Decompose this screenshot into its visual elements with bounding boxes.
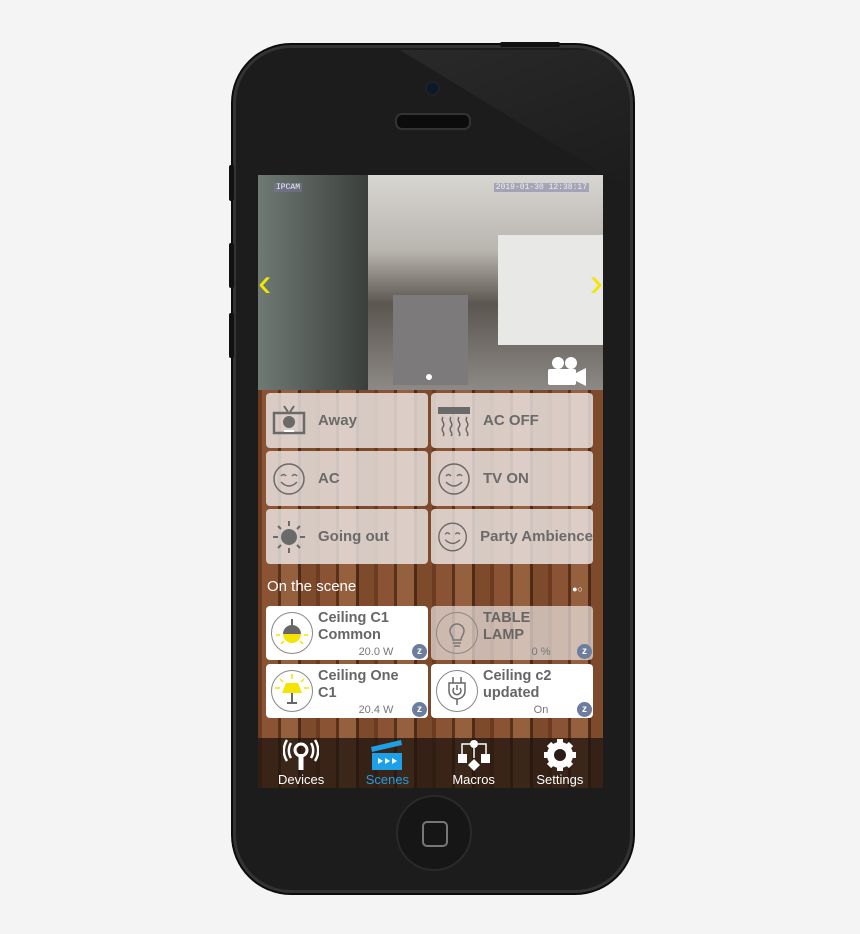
feed-door: [393, 295, 468, 385]
scene-label: AC: [318, 470, 340, 487]
zwave-icon: z: [412, 644, 427, 659]
device-name: Ceiling One C1: [318, 668, 399, 701]
volume-up-button: [229, 243, 234, 288]
next-camera-arrow[interactable]: ›: [590, 263, 603, 303]
home-square-icon: [422, 821, 448, 847]
volume-down-button: [229, 313, 234, 358]
tab-bar: Devices Scenes Macros Settings: [258, 738, 603, 788]
power-button: [500, 42, 560, 47]
device-card[interactable]: TABLE LAMP 0 % z: [431, 606, 593, 660]
zwave-icon: z: [412, 702, 427, 717]
page-indicator[interactable]: ●○: [572, 584, 583, 594]
flowchart-icon: [457, 740, 490, 771]
scene-button[interactable]: Party Ambience: [431, 509, 593, 564]
scene-label: Going out: [318, 528, 389, 545]
feed-glass-wall: [258, 175, 368, 390]
feed-cabinets: [498, 235, 603, 345]
scene-label: Party Ambience: [480, 528, 593, 545]
zwave-icon: z: [577, 644, 592, 659]
tab-label: Devices: [278, 772, 325, 787]
home-button[interactable]: [396, 795, 472, 871]
table-lamp-icon: [271, 670, 313, 712]
scene-button[interactable]: TV ON: [431, 451, 593, 506]
scene-button[interactable]: Going out: [266, 509, 428, 564]
smiley-icon: [438, 462, 470, 495]
tv-icon: [272, 404, 306, 434]
mute-switch: [229, 165, 234, 201]
tab-label: Scenes: [365, 772, 410, 787]
camera-label: IPCAM: [274, 183, 303, 192]
tab-label: Macros: [452, 772, 495, 787]
camera-page-dot: [426, 374, 432, 380]
front-camera: [427, 83, 438, 94]
device-name: Ceiling C1 Common: [318, 610, 389, 643]
tab-macros[interactable]: Macros: [431, 738, 517, 788]
tab-settings[interactable]: Settings: [517, 738, 603, 788]
wireless-remote-icon: [283, 739, 320, 770]
scene-label: TV ON: [483, 470, 529, 487]
device-card[interactable]: Ceiling C1 Common 20.0 W z: [266, 606, 428, 660]
plug-icon: [436, 670, 478, 712]
app-screen: IPCAM 2019-01-30 12:38:17 ‹ › Away AC OFF…: [258, 175, 603, 788]
sun-icon: [273, 520, 305, 553]
device-value: 20.4 W: [358, 704, 394, 716]
zwave-icon: z: [577, 702, 592, 717]
scene-button[interactable]: AC OFF: [431, 393, 593, 448]
scene-label: Away: [318, 412, 357, 429]
section-title: On the scene: [267, 578, 357, 595]
tab-scenes[interactable]: Scenes: [344, 738, 430, 788]
scene-label: AC OFF: [483, 412, 539, 429]
camera-timestamp: 2019-01-30 12:38:17: [493, 183, 589, 192]
device-value: On: [533, 704, 549, 716]
device-card[interactable]: Ceiling One C1 20.4 W z: [266, 664, 428, 718]
scene-button[interactable]: AC: [266, 451, 428, 506]
gear-icon: [543, 739, 576, 771]
tab-label: Settings: [536, 772, 584, 787]
video-camera-icon[interactable]: [546, 355, 588, 387]
clapperboard-icon: [371, 740, 403, 770]
device-name: Ceiling c2 updated: [483, 668, 552, 701]
bulb-icon: [436, 612, 478, 654]
earpiece: [395, 113, 471, 130]
smiley-icon: [273, 462, 305, 495]
camera-feed[interactable]: IPCAM 2019-01-30 12:38:17 ‹ ›: [258, 175, 603, 390]
device-name: TABLE LAMP: [483, 610, 531, 643]
scene-button[interactable]: Away: [266, 393, 428, 448]
ceiling-lamp-icon: [271, 612, 313, 654]
device-value: 20.0 W: [358, 646, 394, 658]
smiley-icon: [438, 522, 468, 551]
device-card[interactable]: Ceiling c2 updated On z: [431, 664, 593, 718]
prev-camera-arrow[interactable]: ‹: [258, 263, 271, 303]
tab-devices[interactable]: Devices: [258, 738, 344, 788]
ac-icon: [438, 406, 470, 437]
device-value: 0 %: [531, 646, 551, 658]
